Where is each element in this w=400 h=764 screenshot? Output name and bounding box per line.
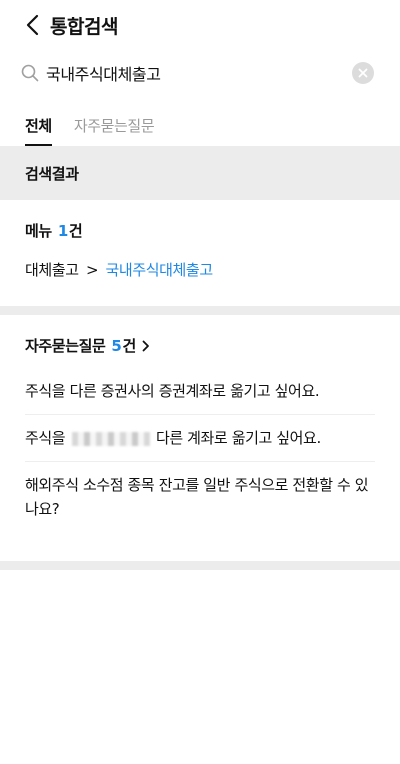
search-bar <box>0 50 400 96</box>
faq-item-text-end: 다른 계좌로 옮기고 싶어요. <box>155 429 321 447</box>
menu-count-unit: 건 <box>68 222 83 240</box>
search-input[interactable] <box>46 63 352 83</box>
results-header: 검색결과 <box>0 146 400 200</box>
clear-search-button[interactable] <box>352 62 374 84</box>
faq-item[interactable]: 주식을 다른 계좌로 옮기고 싶어요. <box>25 415 375 462</box>
faq-list: 주식을 다른 증권사의 증권계좌로 옮기고 싶어요. 주식을 다른 계좌로 옮기… <box>25 368 375 532</box>
menu-path-parent: 대체출고 <box>25 261 79 279</box>
app-header: 통합검색 <box>0 0 400 50</box>
section-divider <box>0 306 400 315</box>
menu-section-title: 메뉴 1건 <box>25 220 375 241</box>
menu-count: 1 <box>57 221 68 240</box>
section-divider <box>0 561 400 570</box>
faq-item[interactable]: 주식을 다른 증권사의 증권계좌로 옮기고 싶어요. <box>25 368 375 415</box>
faq-count: 5 <box>111 336 122 355</box>
faq-title: 자주묻는질문 <box>25 337 106 355</box>
menu-result-link[interactable]: 국내주식대체출고 <box>106 261 214 279</box>
menu-section: 메뉴 1건 대체출고 > 국내주식대체출고 <box>0 200 400 306</box>
faq-count-unit: 건 <box>122 337 136 355</box>
menu-result: 대체출고 > 국내주식대체출고 <box>25 259 375 280</box>
chevron-right-icon[interactable] <box>142 340 150 352</box>
chevron-left-icon <box>26 14 39 36</box>
faq-section-title[interactable]: 자주묻는질문 5건 <box>25 335 375 356</box>
tab-bar: 전체 자주묻는질문 <box>0 96 400 146</box>
tab-faq[interactable]: 자주묻는질문 <box>74 115 155 146</box>
faq-section: 자주묻는질문 5건 주식을 다른 증권사의 증권계좌로 옮기고 싶어요. 주식을… <box>0 315 400 561</box>
redacted-text <box>71 431 150 446</box>
tab-all[interactable]: 전체 <box>25 115 52 146</box>
faq-item-text-start: 주식을 <box>25 429 66 447</box>
menu-title: 메뉴 <box>25 222 52 240</box>
back-button[interactable] <box>18 11 46 39</box>
search-icon <box>20 63 40 83</box>
page-title: 통합검색 <box>50 15 118 38</box>
clear-icon <box>358 68 368 78</box>
menu-path-separator: > <box>85 261 99 279</box>
faq-item[interactable]: 해외주식 소수점 종목 잔고를 일반 주식으로 전환할 수 있나요? <box>25 462 375 532</box>
